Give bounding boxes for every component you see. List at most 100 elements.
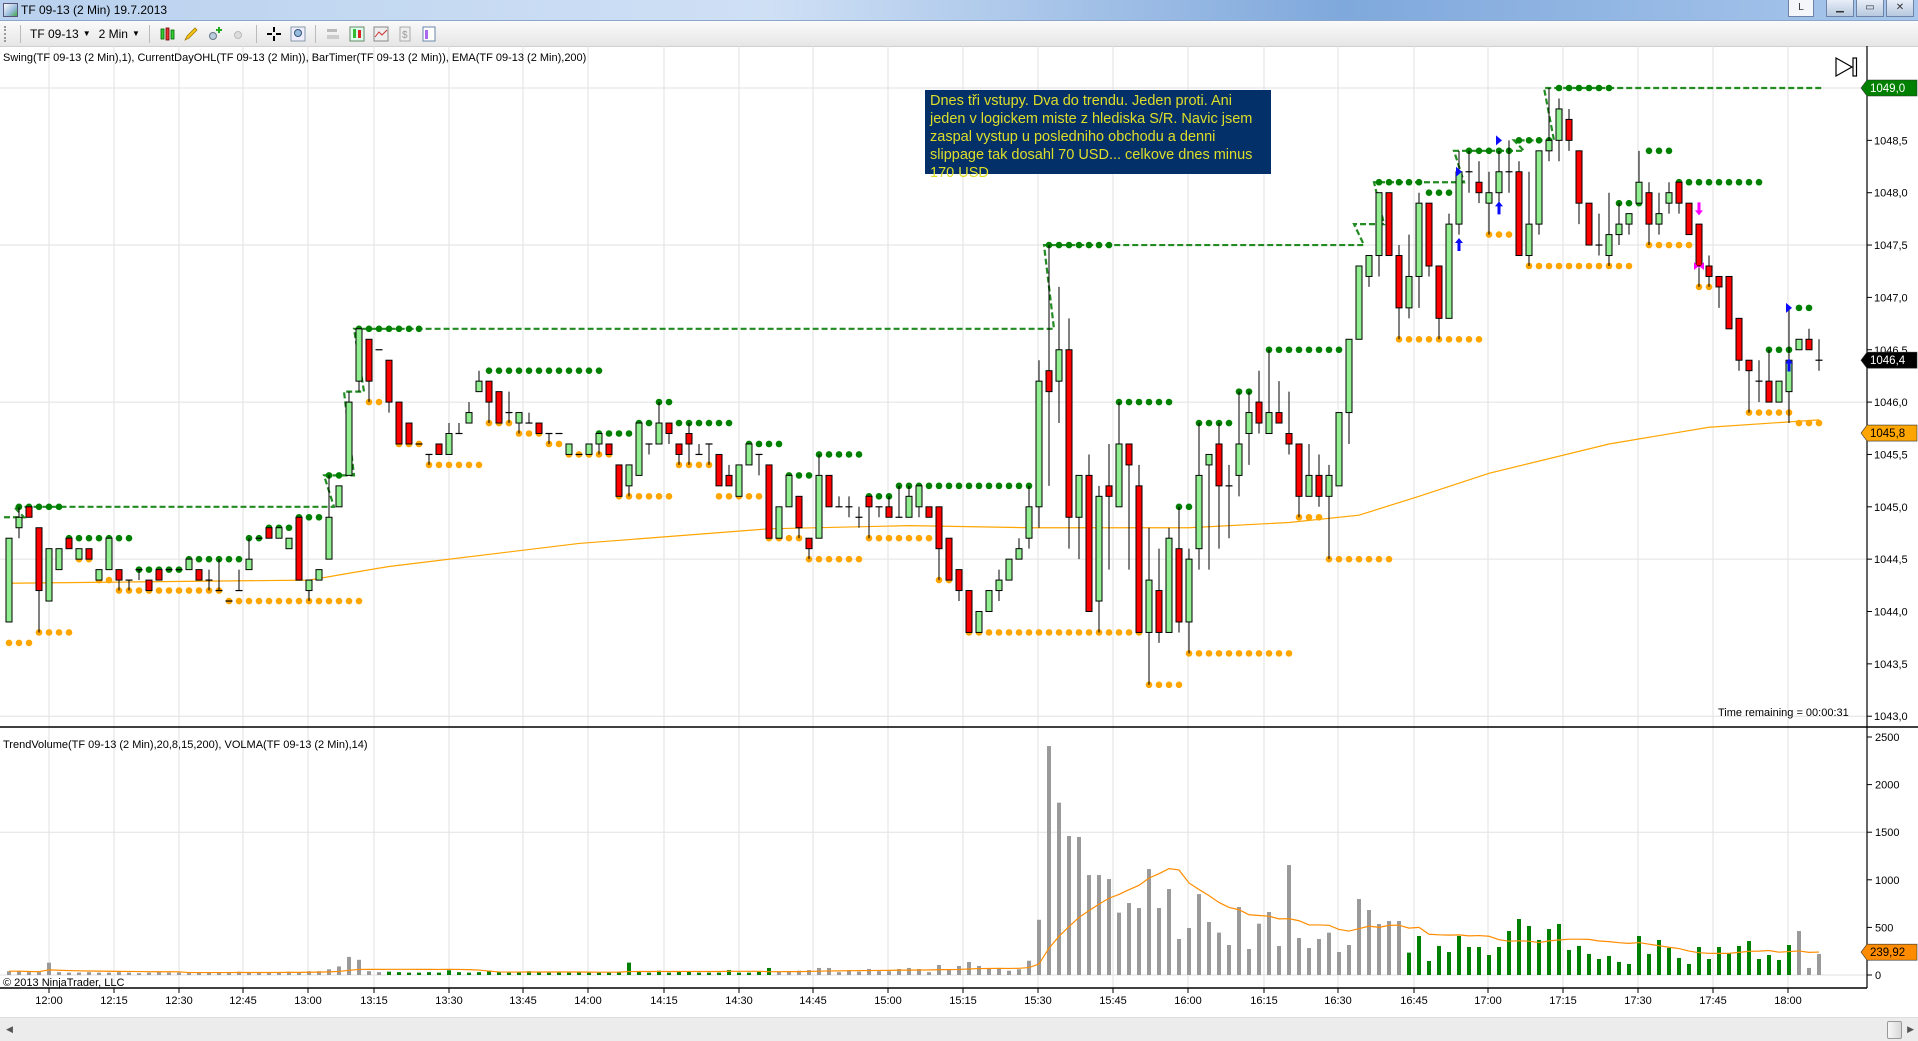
up-candle-body xyxy=(1195,474,1203,550)
down-candle-body xyxy=(1475,181,1483,194)
volume-bar xyxy=(997,969,1001,975)
scroll-right-icon[interactable]: ▶ xyxy=(1907,1024,1914,1035)
candle xyxy=(1485,171,1493,235)
swing-low-dot xyxy=(1335,555,1343,563)
crosshair-icon[interactable] xyxy=(266,26,282,42)
candle xyxy=(1635,150,1643,204)
volume-bar xyxy=(117,972,121,975)
swing-low-dot xyxy=(55,629,63,636)
volume-bar xyxy=(1137,907,1141,975)
up-candle-body xyxy=(1185,558,1193,623)
down-candle-body xyxy=(675,443,683,455)
swing-low-dot xyxy=(1275,650,1283,657)
volume-bar xyxy=(1067,836,1071,975)
maximize-button[interactable]: ▭ xyxy=(1856,0,1884,17)
candle xyxy=(145,579,153,592)
swing-low-dot xyxy=(1595,262,1603,270)
chart-area[interactable]: 12:00 12:15 12:30 12:45 13:00 13:15 13:30 13:45… xyxy=(0,46,1918,1017)
toolbar-divider xyxy=(314,24,316,43)
close-button[interactable]: ✕ xyxy=(1886,0,1914,17)
down-candle-body xyxy=(145,579,153,592)
up-candle-body xyxy=(275,527,283,539)
time-tick-label: 14:00 xyxy=(574,995,602,1007)
link-button[interactable]: L xyxy=(1788,0,1814,17)
trade-note-textbox[interactable]: Dnes tři vstupy. Dva do trendu. Jeden pr… xyxy=(925,90,1271,181)
add-indicator-icon[interactable] xyxy=(207,26,223,42)
scroll-left-icon[interactable]: ◀ xyxy=(6,1024,13,1035)
swing-high-dot xyxy=(1145,398,1153,406)
candle xyxy=(185,558,193,571)
volume-bar xyxy=(717,972,721,975)
swing-low-dot xyxy=(1155,681,1163,689)
volume-indicator-label: TrendVolume(TF 09-13 (2 Min),20,8,15,200… xyxy=(3,739,368,751)
candle xyxy=(295,516,303,581)
candle xyxy=(1145,527,1153,685)
volume-bar xyxy=(1247,949,1251,975)
chart-style-icon[interactable] xyxy=(159,26,175,42)
time-remaining-text: Time remaining = 00:00:31 xyxy=(1718,707,1849,719)
scroll-to-end-icon[interactable] xyxy=(1835,56,1858,78)
candle xyxy=(115,569,123,591)
up-candle-body xyxy=(475,380,483,393)
price-tick-label: 1045,5 xyxy=(1874,449,1908,461)
swing-high-dot xyxy=(1745,178,1753,186)
swing-high-dot xyxy=(115,534,123,542)
down-candle-body xyxy=(405,422,413,445)
candle xyxy=(695,443,703,456)
strategies-icon[interactable]: $ xyxy=(397,26,413,42)
volume-bar xyxy=(1087,875,1091,975)
horizontal-scrollbar[interactable]: ◀ ▶ xyxy=(0,1017,1918,1041)
chart-trader-icon[interactable] xyxy=(421,26,437,42)
swing-low-dot xyxy=(1425,335,1433,343)
candle xyxy=(1655,192,1663,235)
down-candle-body xyxy=(865,495,873,508)
up-candle-body xyxy=(335,485,343,508)
swing-low-dot xyxy=(1195,650,1203,657)
candle xyxy=(975,611,983,633)
down-candle-body xyxy=(1315,474,1323,497)
minimize-button[interactable]: ▁ xyxy=(1826,0,1854,17)
candle xyxy=(945,537,953,581)
volume-bar xyxy=(837,972,841,975)
scrollbar-thumb[interactable] xyxy=(1887,1021,1902,1039)
properties-icon[interactable] xyxy=(325,26,341,42)
down-candle-body xyxy=(805,537,813,550)
volume-bar xyxy=(877,971,881,975)
swing-low-dot xyxy=(1265,650,1273,657)
instrument-selector[interactable]: TF 09-13 ▼ xyxy=(26,27,95,41)
candle xyxy=(1705,255,1713,287)
chevron-down-icon: ▼ xyxy=(131,29,140,38)
up-candle-body xyxy=(1095,495,1103,602)
last-price-tag-text: 1046,4 xyxy=(1870,355,1906,367)
interval-selector[interactable]: 2 Min ▼ xyxy=(95,27,144,41)
toolbar-divider xyxy=(255,24,257,43)
up-candle-body xyxy=(1455,171,1463,225)
up-candle-body xyxy=(1345,338,1353,414)
volume-bar xyxy=(1407,952,1411,975)
volume-bar xyxy=(1387,921,1391,975)
volume-bar xyxy=(1437,945,1441,975)
up-candle-body xyxy=(1055,349,1063,382)
candle xyxy=(1325,464,1333,560)
candle xyxy=(1005,558,1013,581)
toolbar-divider xyxy=(148,24,150,43)
volume-bar xyxy=(447,970,451,975)
toolbar-grip[interactable] xyxy=(4,25,9,42)
swing-high-dot xyxy=(85,534,93,542)
swing-low-dot xyxy=(1665,241,1673,249)
swing-low-dot xyxy=(465,461,473,469)
remove-indicator-icon[interactable] xyxy=(231,26,247,42)
pencil-draw-icon[interactable] xyxy=(183,26,199,42)
toolbar-divider xyxy=(20,24,21,43)
volume-bar xyxy=(87,972,91,975)
zoom-icon[interactable] xyxy=(290,26,306,42)
volume-bar xyxy=(1287,865,1291,975)
volume-bar xyxy=(147,972,151,975)
swing-high-dot xyxy=(1695,178,1703,186)
indicators-icon[interactable] xyxy=(373,26,389,42)
swing-low-dot xyxy=(45,629,53,636)
volume-bar xyxy=(1127,903,1131,975)
volume-tick-label: 1000 xyxy=(1875,875,1899,887)
data-series-icon[interactable] xyxy=(349,26,365,42)
swing-low-dot xyxy=(105,576,113,584)
